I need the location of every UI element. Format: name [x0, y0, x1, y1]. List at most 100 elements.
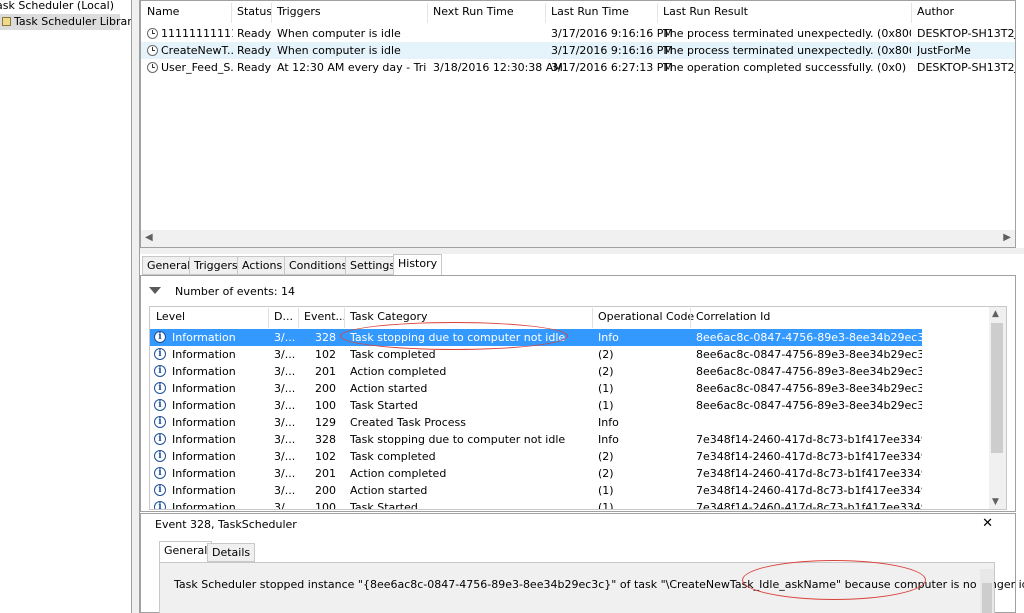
event-id: 201 — [315, 365, 336, 378]
column-header-last-run-result[interactable]: Last Run Result — [663, 5, 748, 18]
tab-triggers[interactable]: Triggers — [189, 256, 243, 275]
event-level: Information — [172, 467, 236, 480]
column-header-correlation-id[interactable]: Correlation Id — [696, 310, 770, 323]
tree-item-label: Task Scheduler Library — [14, 15, 139, 28]
column-divider[interactable] — [427, 3, 428, 23]
column-header-last-run-time[interactable]: Last Run Time — [551, 5, 629, 18]
event-level: Information — [172, 416, 236, 429]
event-message-box[interactable]: Task Scheduler stopped instance "{8ee6ac… — [159, 562, 1024, 613]
event-row[interactable]: i Information 3/... 102 Task completed (2) 8ee… — [150, 346, 922, 363]
column-header-event-id[interactable]: Event... — [304, 310, 346, 323]
scroll-right-icon[interactable]: ▶ — [1003, 232, 1011, 243]
horizontal-scrollbar[interactable]: ◀ ▶ — [141, 230, 1015, 247]
column-header-author[interactable]: Author — [917, 5, 954, 18]
column-header-date[interactable]: D... — [274, 310, 293, 323]
scroll-left-icon[interactable]: ◀ — [145, 232, 153, 243]
tab-conditions[interactable]: Conditions — [284, 256, 353, 275]
task-name: User_Feed_S... — [161, 61, 233, 74]
event-id: 100 — [315, 399, 336, 412]
event-operational-code: Info — [598, 331, 619, 344]
column-divider[interactable] — [657, 3, 658, 23]
column-divider[interactable] — [231, 3, 232, 23]
event-row[interactable]: i Information 3/... 200 Action started (1) 8ee… — [150, 380, 922, 397]
tab-details-details[interactable]: Details — [207, 543, 256, 562]
filter-icon[interactable] — [149, 287, 161, 294]
event-id: 100 — [315, 501, 336, 510]
tree-item-task-scheduler-library[interactable]: Task Scheduler Library — [0, 14, 138, 30]
task-row[interactable]: CreateNewT... Ready When computer is idl… — [141, 42, 1015, 59]
tree-item-label: ask Scheduler (Local) — [0, 0, 114, 12]
event-operational-code: (2) — [598, 348, 614, 361]
event-date: 3/... — [274, 382, 296, 395]
vertical-scrollbar[interactable] — [980, 569, 994, 613]
event-row[interactable]: i Information 3/... 201 Action completed (2) 8… — [150, 363, 922, 380]
scrollbar-thumb[interactable] — [982, 583, 992, 613]
event-correlation-id: 8ee6ac8c-0847-4756-89e3-8ee34b29ec3c — [696, 365, 922, 378]
event-task-category: Task Started — [350, 399, 418, 412]
scroll-down-icon[interactable]: ▼ — [992, 497, 999, 507]
task-last-run: 3/17/2016 6:27:13 PM — [551, 61, 673, 74]
event-row[interactable]: i Information 3/... 328 Task stopping due to… — [150, 431, 922, 448]
column-header-operational-code[interactable]: Operational Code — [598, 310, 694, 323]
column-header-next-run-time[interactable]: Next Run Time — [433, 5, 514, 18]
event-row[interactable]: i Information 3/... 200 Action started (1) 7e3… — [150, 482, 922, 499]
event-operational-code: (1) — [598, 382, 614, 395]
event-task-category: Task Started — [350, 501, 418, 510]
event-row[interactable]: i Information 3/... 100 Task Started (1) 7e348… — [150, 499, 922, 510]
event-level: Information — [172, 433, 236, 446]
column-divider[interactable] — [911, 3, 912, 23]
column-divider[interactable] — [592, 308, 593, 328]
event-task-category: Action started — [350, 382, 428, 395]
event-date: 3/... — [274, 433, 296, 446]
task-status: Ready — [237, 44, 272, 57]
column-header-status[interactable]: Status — [237, 5, 272, 18]
history-pane: Number of events: 14 Level D... Event...… — [140, 275, 1016, 512]
tab-actions[interactable]: Actions — [237, 256, 288, 275]
event-task-category: Task stopping due to computer not idle — [350, 433, 566, 446]
event-row[interactable]: i Information 3/... 102 Task completed (2) 7e3… — [150, 448, 922, 465]
column-header-triggers[interactable]: Triggers — [277, 5, 321, 18]
event-row[interactable]: i Information 3/... 201 Action completed (2) 7… — [150, 465, 922, 482]
task-row[interactable]: 11111111111 Ready When computer is idle … — [141, 25, 1015, 42]
close-icon[interactable]: ✕ — [982, 516, 993, 531]
tree-item-task-scheduler-local[interactable]: ask Scheduler (Local) — [0, 0, 114, 14]
event-row[interactable]: i Information 3/... 129 Created Task Process… — [150, 414, 922, 431]
event-operational-code: (2) — [598, 467, 614, 480]
task-name-cell: 11111111111 — [147, 25, 233, 42]
column-divider[interactable] — [690, 308, 691, 328]
column-divider[interactable] — [545, 3, 546, 23]
task-author: JustForMe — [917, 44, 971, 57]
vertical-scrollbar[interactable]: ▲ ▼ — [989, 307, 1006, 509]
column-header-task-category[interactable]: Task Category — [350, 310, 427, 323]
column-header-level[interactable]: Level — [156, 310, 185, 323]
event-date: 3/... — [274, 416, 296, 429]
task-last-result: The process terminated unexpectedly. (0x… — [663, 27, 911, 40]
event-correlation-id: 8ee6ac8c-0847-4756-89e3-8ee34b29ec3c — [696, 348, 922, 361]
event-row[interactable]: i Information 3/... 100 Task Started (1) 8ee6a… — [150, 397, 922, 414]
task-row[interactable]: User_Feed_S... Ready At 12:30 AM every d… — [141, 59, 1015, 76]
column-divider[interactable] — [298, 308, 299, 328]
task-properties-tabs: General Triggers Actions Conditions Sett… — [140, 254, 1016, 276]
scroll-up-icon[interactable]: ▲ — [992, 309, 999, 319]
navigation-tree: ask Scheduler (Local) Task Scheduler Lib… — [0, 0, 138, 613]
information-icon: i — [154, 433, 166, 445]
event-row[interactable]: i Information 3/... 328 Task stopping due to… — [150, 329, 922, 346]
tab-general[interactable]: General — [142, 256, 196, 275]
event-task-category: Task completed — [350, 450, 436, 463]
scrollbar-thumb[interactable] — [991, 323, 1003, 453]
task-name-cell: User_Feed_S... — [147, 59, 233, 76]
column-divider[interactable] — [268, 308, 269, 328]
event-level: Information — [172, 501, 236, 510]
column-divider[interactable] — [344, 308, 345, 328]
tab-history[interactable]: History — [393, 254, 443, 276]
event-level: Information — [172, 331, 236, 344]
event-correlation-id: 7e348f14-2460-417d-8c73-b1f417ee3349 — [696, 501, 922, 510]
tab-settings[interactable]: Settings — [345, 256, 401, 275]
task-list: Name Status Triggers Next Run Time Last … — [140, 0, 1016, 248]
task-name-cell: CreateNewT... — [147, 42, 233, 59]
column-divider[interactable] — [271, 3, 272, 23]
vertical-splitter[interactable] — [131, 0, 140, 613]
event-date: 3/... — [274, 467, 296, 480]
tab-details-general[interactable]: General — [159, 541, 213, 563]
column-header-name[interactable]: Name — [147, 5, 179, 18]
